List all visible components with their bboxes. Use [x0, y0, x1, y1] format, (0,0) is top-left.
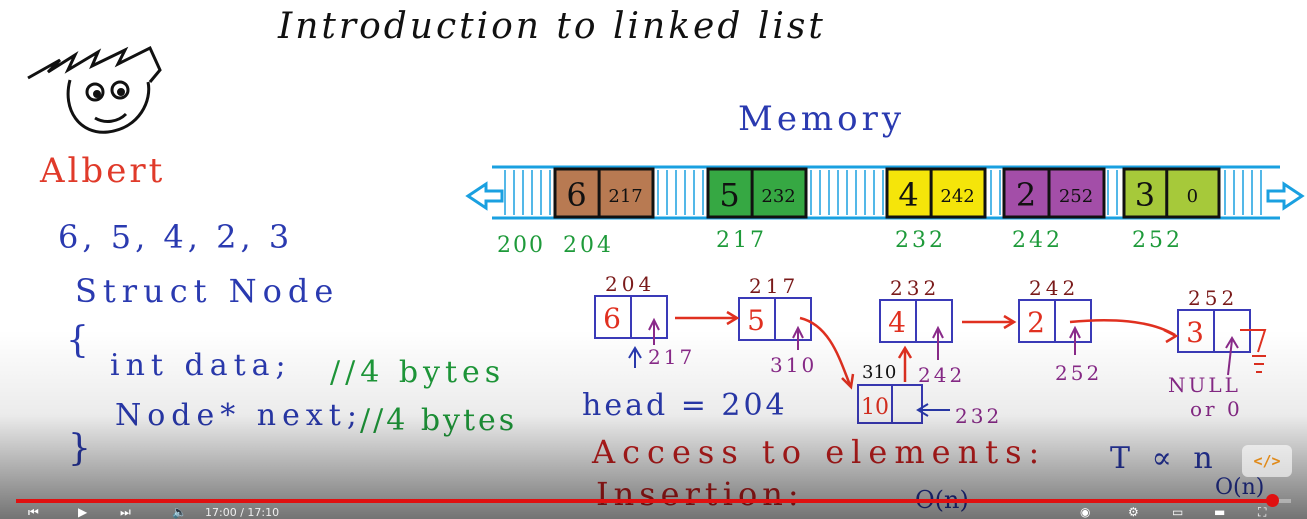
memory-block-next: 232	[761, 186, 795, 207]
pointer-note: 310	[770, 353, 817, 377]
list-node-address: 217	[749, 274, 799, 298]
memory-block-next: 242	[940, 186, 974, 207]
settings-icon[interactable]: ⚙	[1128, 506, 1139, 518]
miniplayer-icon[interactable]: ▭	[1172, 506, 1183, 518]
previous-icon[interactable]: ⏮	[28, 506, 39, 518]
next-field-comment: //4 bytes	[360, 403, 517, 438]
pointer-note: 217	[648, 345, 695, 369]
data-field-line: int data;	[110, 348, 292, 383]
pointer-note: NULL or 0	[1168, 373, 1243, 421]
memory-block-data: 3	[1135, 176, 1155, 214]
memory-block-address: 232	[895, 228, 946, 253]
inserted-node-pointer: 232	[955, 404, 1002, 428]
memory-block-next: 252	[1059, 186, 1093, 207]
time-display: 17:00 / 17:10	[205, 506, 280, 519]
memory-block-next: 217	[608, 186, 642, 207]
student-name: Albert	[39, 151, 165, 191]
memory-block-data: 6	[566, 176, 586, 214]
left-arrow-icon	[465, 181, 504, 211]
memory-block-next: 0	[1187, 186, 1198, 207]
list-node: 2175	[738, 274, 812, 341]
memory-start-address: 200	[497, 233, 545, 258]
next-field-line: Node* next;	[115, 398, 363, 433]
list-node: 2523	[1177, 286, 1251, 353]
memory-block: 5 232	[706, 167, 808, 219]
memory-strip: 6 217 5 232 4 242 2 252 3 0	[492, 165, 1280, 220]
list-node-address: 242	[1029, 276, 1079, 300]
inserted-node-address: 310	[862, 362, 896, 383]
progress-fill	[16, 499, 1272, 503]
list-node-data: 4	[888, 306, 906, 339]
memory-block-address: 204	[563, 233, 614, 258]
progress-scrubber[interactable]	[1265, 494, 1279, 507]
memory-label: Memory	[738, 99, 905, 139]
memory-block-address: 242	[1012, 228, 1063, 253]
page-title: Introduction to linked list	[277, 6, 826, 47]
right-arrow-icon	[1266, 181, 1305, 211]
list-node-data: 5	[747, 304, 765, 337]
list-node-address: 232	[890, 276, 940, 300]
close-brace: }	[68, 428, 91, 469]
next-icon[interactable]: ⏭	[120, 506, 131, 518]
fullscreen-icon[interactable]: ⛶	[1258, 506, 1266, 518]
code-badge-icon[interactable]: </>	[1242, 445, 1292, 477]
progress-bar[interactable]	[16, 494, 1291, 507]
volume-icon[interactable]: 🔈	[172, 506, 187, 518]
access-formula: T ∝ n	[1110, 441, 1219, 476]
values-list: 6, 5, 4, 2, 3	[58, 218, 293, 256]
memory-block-data: 5	[719, 176, 739, 214]
pointer-note: 252	[1055, 361, 1102, 385]
video-controls: ⏮ ▶ ⏭ 🔈 17:00 / 17:10 ◉ ⚙ ▭ ▬ ⛶	[0, 494, 1307, 519]
memory-block: 2 252	[1002, 167, 1106, 219]
theater-icon[interactable]: ▬	[1214, 506, 1225, 518]
list-node-data: 6	[603, 302, 621, 335]
struct-declaration: Struct Node	[75, 272, 339, 310]
open-brace: {	[66, 320, 89, 361]
list-node-address: 204	[605, 272, 655, 296]
pointer-note: 242	[918, 363, 965, 387]
list-node-data: 3	[1186, 316, 1204, 349]
memory-block: 6 217	[553, 167, 655, 219]
memory-block-data: 4	[898, 176, 918, 214]
list-node-data: 2	[1027, 306, 1045, 339]
student-avatar	[27, 45, 162, 134]
list-node: 2324	[879, 276, 953, 343]
autoplay-icon[interactable]: ◉	[1080, 506, 1090, 518]
memory-block: 30	[1122, 167, 1221, 219]
memory-block-address: 217	[716, 228, 767, 253]
head-pointer-text: head = 204	[582, 388, 788, 423]
list-node: 2422	[1018, 276, 1092, 343]
memory-block-address: 252	[1132, 228, 1183, 253]
inserted-node-data: 10	[861, 395, 889, 420]
access-note: Access to elements:	[591, 433, 1046, 471]
data-field-comment: //4 bytes	[330, 355, 505, 390]
memory-block-data: 2	[1016, 176, 1036, 214]
list-node-address: 252	[1188, 286, 1238, 310]
list-node: 2046	[594, 272, 668, 339]
memory-block: 4 242	[885, 167, 987, 219]
play-icon[interactable]: ▶	[78, 506, 87, 518]
